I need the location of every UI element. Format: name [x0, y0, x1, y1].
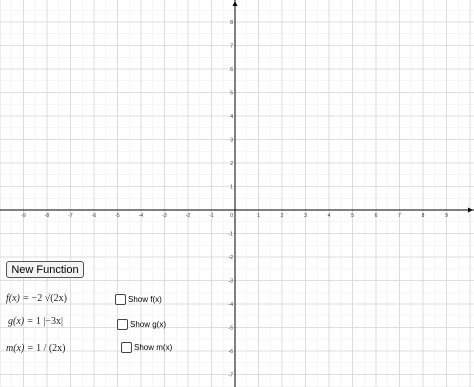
show-g-checkbox[interactable]	[117, 319, 128, 330]
y-axis-arrow-icon	[232, 1, 238, 6]
function-m-name: m(x) =	[6, 343, 34, 354]
x-tick-label: 4	[328, 213, 331, 219]
show-g-toggle[interactable]: Show g(x)	[117, 319, 166, 330]
function-g-name: g(x) =	[8, 316, 34, 327]
coordinate-grid[interactable]: -9 -8 -7 -6 -5 -4 -3 -2 -1 0 1 2 3 4 5 6 7 8 9 1 2 3 4 5 6 7 8 -1 -2…	[0, 0, 474, 387]
graphing-canvas[interactable]: -9 -8 -7 -6 -5 -4 -3 -2 -1 0 1 2 3 4 5 6 7 8 9 1 2 3 4 5 6 7 8 -1 -2…	[0, 0, 474, 387]
new-function-button[interactable]: New Function	[6, 261, 84, 278]
y-tick-label: 6	[230, 67, 233, 73]
function-f-name: f(x) =	[6, 293, 30, 304]
y-tick-label: -2	[229, 255, 234, 261]
y-tick-label: -4	[229, 302, 234, 308]
show-m-toggle[interactable]: Show m(x)	[121, 342, 172, 353]
show-m-label[interactable]: Show m(x)	[134, 343, 172, 352]
x-axis-arrow-icon	[468, 207, 473, 213]
y-tick-label: -1	[229, 232, 234, 238]
function-g-formula: g(x) = 1 |−3x|	[8, 316, 63, 327]
x-tick-label: -7	[68, 213, 73, 219]
x-tick-label: 9	[445, 213, 448, 219]
function-f-expression: −2 √(2x)	[31, 293, 67, 304]
y-tick-label: 4	[230, 114, 233, 120]
x-tick-label: -2	[186, 213, 191, 219]
function-f-formula: f(x) = −2 √(2x)	[6, 293, 67, 304]
function-m-expression: 1 / (2x)	[36, 343, 66, 354]
y-tick-label: 2	[230, 161, 233, 167]
x-tick-label: 3	[304, 213, 307, 219]
y-tick-label: 3	[230, 138, 233, 144]
x-tick-label: -1	[209, 213, 214, 219]
show-f-label[interactable]: Show f(x)	[128, 295, 162, 304]
y-tick-label: -5	[229, 326, 234, 332]
x-tick-label: 8	[422, 213, 425, 219]
y-tick-label: -6	[229, 349, 234, 355]
x-tick-label: -4	[139, 213, 144, 219]
y-tick-label: -7	[229, 373, 234, 379]
x-tick-label: -9	[21, 213, 26, 219]
y-tick-label: 8	[230, 20, 233, 26]
show-g-label[interactable]: Show g(x)	[130, 320, 166, 329]
y-tick-label: 5	[230, 91, 233, 97]
x-tick-label: -6	[92, 213, 97, 219]
x-tick-label: 2	[281, 213, 284, 219]
y-tick-label: -3	[229, 279, 234, 285]
x-tick-label: 7	[398, 213, 401, 219]
x-tick-label: 5	[351, 213, 354, 219]
show-f-checkbox[interactable]	[115, 294, 126, 305]
x-tick-label: -3	[162, 213, 167, 219]
function-g-expression: 1 |−3x|	[35, 316, 64, 327]
y-tick-label: 7	[230, 44, 233, 50]
x-tick-label: 1	[257, 213, 260, 219]
show-f-toggle[interactable]: Show f(x)	[115, 294, 162, 305]
show-m-checkbox[interactable]	[121, 342, 132, 353]
y-tick-label: 1	[230, 185, 233, 191]
x-tick-label: -8	[45, 213, 50, 219]
x-tick-label: 6	[375, 213, 378, 219]
x-tick-label: 0	[230, 213, 233, 219]
function-m-formula: m(x) = 1 / (2x)	[6, 343, 66, 354]
x-tick-label: -5	[115, 213, 120, 219]
